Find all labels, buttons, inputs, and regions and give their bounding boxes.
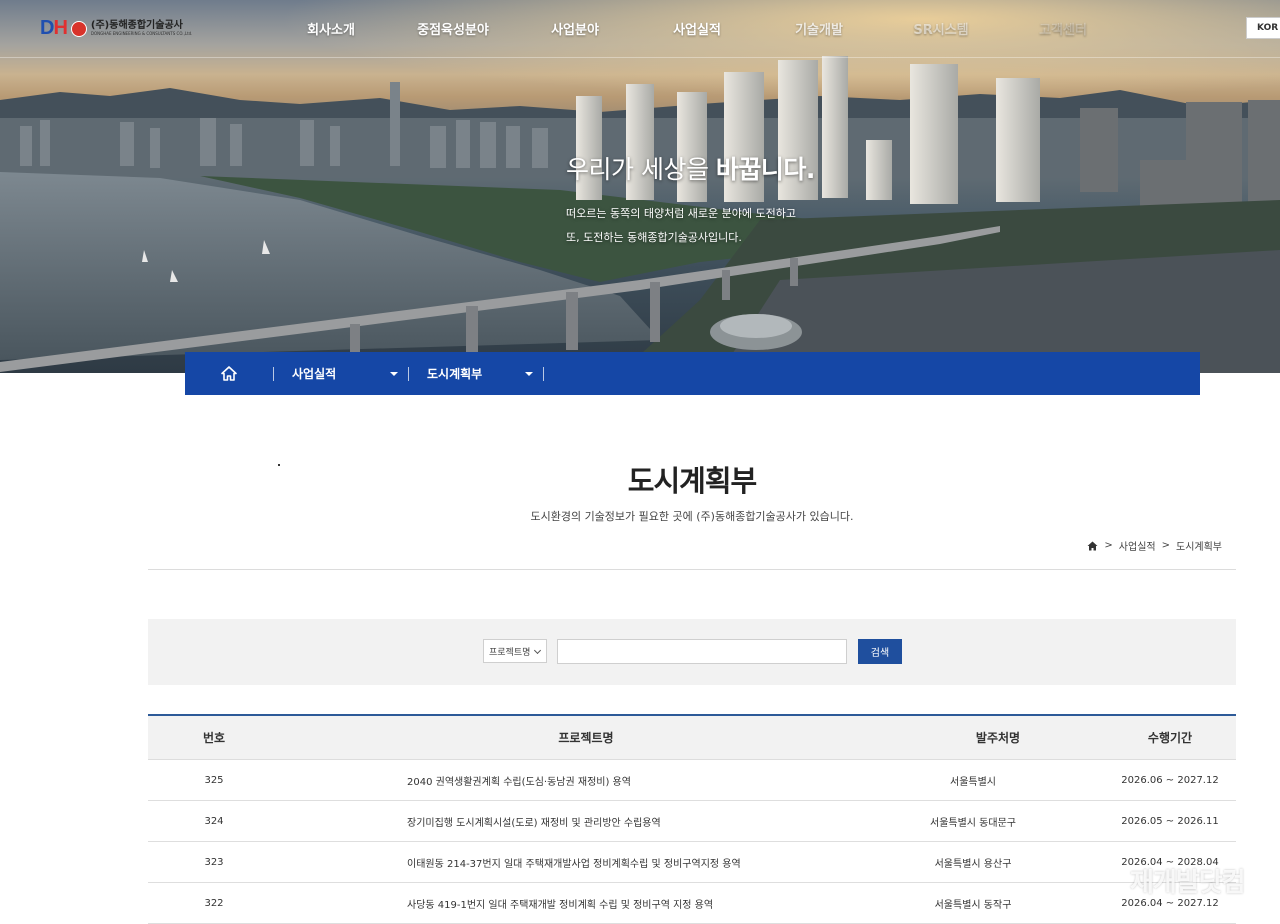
hero-headline-bold: 바꿉니다. bbox=[715, 155, 816, 184]
logo-name-kr: (주)동해종합기술공사 bbox=[90, 20, 183, 31]
logo-wordmark: (주)동해종합기술공사 DONGHAE ENGINEERING & CONSUL… bbox=[91, 21, 193, 36]
table-header: 번호 프로젝트명 발주처명 수행기간 bbox=[148, 716, 1236, 760]
breadcrumb-item-performance[interactable]: 사업실적 bbox=[1119, 538, 1156, 553]
cell-project-name[interactable]: 사당동 419-1번지 일대 주택재개발 정비계획 수립 및 정비구역 지정 용… bbox=[280, 896, 842, 911]
cell-period: 2026.05 ~ 2026.11 bbox=[1121, 815, 1219, 827]
search-button[interactable]: 검색 bbox=[858, 639, 902, 664]
hero-headline-light: 우리가 세상을 bbox=[566, 155, 709, 184]
logo-mark: DH bbox=[40, 17, 68, 39]
cell-period: 2026.04 ~ 2027.12 bbox=[1121, 897, 1219, 909]
cell-number: 324 bbox=[204, 815, 224, 827]
hero-subtext: 떠오르는 동쪽의 태양처럼 새로운 분야에 도전하고 또, 도전하는 동해종합기… bbox=[566, 202, 815, 250]
cell-client: 서울특별시 용산구 bbox=[934, 858, 1012, 870]
language-button[interactable]: KOR bbox=[1246, 17, 1280, 39]
logo-emblem-icon bbox=[70, 20, 87, 37]
nav-item-performance[interactable]: 사업실적 bbox=[636, 19, 758, 38]
cell-client: 서울특별시 동대문구 bbox=[930, 817, 1016, 829]
search-field-select-value: 프로젝트명 bbox=[489, 647, 531, 658]
cell-number: 322 bbox=[204, 897, 224, 909]
cell-period: 2026.06 ~ 2027.12 bbox=[1121, 774, 1219, 786]
site-header: DH (주)동해종합기술공사 DONGHAE ENGINEERING & CON… bbox=[0, 0, 1280, 58]
cell-project-name[interactable]: 이태원동 214-37번지 일대 주택재개발사업 정비계획수립 및 정비구역지정… bbox=[280, 855, 842, 870]
cell-project-name[interactable]: 2040 권역생활권계획 수립(도심·동남권 재정비) 용역 bbox=[280, 773, 842, 788]
hero-subtext-line2: 또, 도전하는 동해종합기술공사입니다. bbox=[566, 231, 742, 244]
nav-item-tech[interactable]: 기술개발 bbox=[758, 19, 880, 38]
hero-headline: 우리가 세상을 바꿉니다. bbox=[566, 150, 815, 186]
nav-item-company[interactable]: 회사소개 bbox=[270, 19, 392, 38]
location-level2-label: 도시계획부 bbox=[427, 367, 483, 381]
home-icon[interactable] bbox=[1087, 541, 1098, 551]
cell-number: 325 bbox=[204, 774, 224, 786]
location-bar: 사업실적 도시계획부 bbox=[185, 352, 1200, 395]
column-header-period: 수행기간 bbox=[1147, 731, 1193, 745]
search-input[interactable] bbox=[557, 639, 847, 664]
page-description: 도시환경의 기술정보가 필요한 곳에 (주)동해종합기술공사가 있습니다. bbox=[530, 510, 854, 523]
nav-item-customer[interactable]: 고객센터 bbox=[1002, 19, 1124, 38]
location-dropdown-level2[interactable]: 도시계획부 bbox=[409, 365, 543, 382]
location-divider bbox=[543, 366, 544, 381]
page-title: 도시계획부 bbox=[627, 464, 757, 498]
nav-item-sr-system[interactable]: SR시스템 bbox=[880, 19, 1002, 38]
search-panel: 프로젝트명 검색 bbox=[148, 619, 1236, 685]
cell-client: 서울특별시 bbox=[950, 776, 996, 788]
location-dropdown-level1[interactable]: 사업실적 bbox=[274, 365, 408, 382]
search-field-select[interactable]: 프로젝트명 bbox=[483, 639, 547, 663]
nav-item-key-fields[interactable]: 중점육성분야 bbox=[392, 19, 514, 38]
caret-down-icon bbox=[390, 371, 398, 376]
hero-banner: DH (주)동해종합기술공사 DONGHAE ENGINEERING & CON… bbox=[0, 0, 1280, 373]
column-header-number: 번호 bbox=[202, 731, 226, 745]
hero-copy: 우리가 세상을 바꿉니다. 떠오르는 동쪽의 태양처럼 새로운 분야에 도전하고… bbox=[566, 150, 815, 250]
table-row[interactable]: 324 장기미집행 도시계획시설(도로) 재정비 및 관리방안 수립용역 서울특… bbox=[148, 801, 1236, 842]
hero-subtext-line1: 떠오르는 동쪽의 태양처럼 새로운 분야에 도전하고 bbox=[566, 207, 797, 220]
breadcrumb-separator: > bbox=[1161, 540, 1170, 551]
table-row[interactable]: 323 이태원동 214-37번지 일대 주택재개발사업 정비계획수립 및 정비… bbox=[148, 842, 1236, 883]
cell-client: 서울특별시 동작구 bbox=[934, 899, 1012, 911]
table-row[interactable]: 325 2040 권역생활권계획 수립(도심·동남권 재정비) 용역 서울특별시… bbox=[148, 760, 1236, 801]
caret-down-icon bbox=[525, 371, 533, 376]
breadcrumb: > 사업실적 > 도시계획부 bbox=[1087, 538, 1222, 553]
table-row[interactable]: 322 사당동 419-1번지 일대 주택재개발 정비계획 수립 및 정비구역 … bbox=[148, 883, 1236, 924]
watermark-text: 재개발닷컴 bbox=[1130, 868, 1246, 898]
column-header-project: 프로젝트명 bbox=[558, 731, 614, 745]
breadcrumb-item-current[interactable]: 도시계획부 bbox=[1176, 538, 1222, 553]
column-header-client: 발주처명 bbox=[975, 731, 1021, 745]
cell-number: 323 bbox=[204, 856, 224, 868]
location-level1-label: 사업실적 bbox=[292, 367, 337, 381]
nav-item-business[interactable]: 사업분야 bbox=[514, 19, 636, 38]
logo-name-en: DONGHAE ENGINEERING & CONSULTANTS CO.,Lt… bbox=[90, 31, 193, 36]
chevron-down-icon bbox=[533, 646, 542, 655]
cell-project-name[interactable]: 장기미집행 도시계획시설(도로) 재정비 및 관리방안 수립용역 bbox=[280, 814, 842, 829]
project-table: 번호 프로젝트명 발주처명 수행기간 325 2040 권역생활권계획 수립(도… bbox=[148, 714, 1236, 924]
company-logo[interactable]: DH (주)동해종합기술공사 DONGHAE ENGINEERING & CON… bbox=[40, 17, 192, 40]
home-button[interactable] bbox=[185, 352, 273, 395]
main-navigation: 회사소개 중점육성분야 사업분야 사업실적 기술개발 SR시스템 고객센터 bbox=[270, 19, 1124, 38]
home-icon bbox=[221, 366, 237, 381]
breadcrumb-separator: > bbox=[1104, 540, 1113, 551]
divider bbox=[148, 569, 1236, 570]
